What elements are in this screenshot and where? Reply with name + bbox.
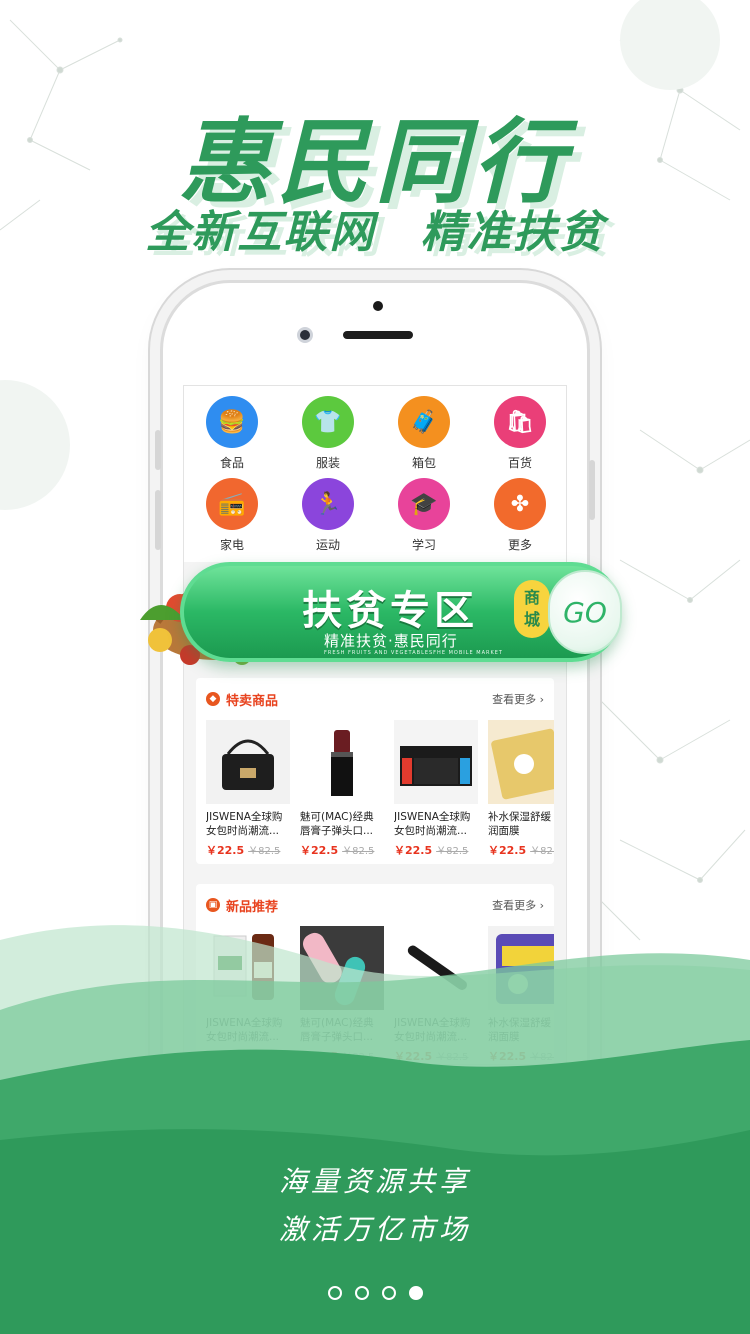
mall-tag-char: 城 [523,610,540,629]
category-item[interactable]: 🧳 箱包 [376,396,472,478]
appliance-icon: 📻 [206,478,258,530]
product-card[interactable]: 补水保湿舒缓润面膜 ￥22.5￥82.5 [488,720,554,858]
mall-tag-char: 商 [523,588,540,607]
current-price: ￥22.5 [394,844,433,857]
product-image [488,720,554,804]
current-price: ￥22.5 [300,844,339,857]
food-icon: 🍔 [206,396,258,448]
page-dot[interactable] [381,1286,396,1300]
section-title-text: 新品推荐 [226,899,279,915]
splash-screen: 惠民同行 全新互联网 精准扶贫 🍔 食品 👕 服装 🧳 箱包 🛍 百货 📻 家电 🏃 运动 🎓 学习 ✤ 更多… [0,0,750,1334]
product-image [394,720,478,804]
product-name-line2: 唇膏子弹头口... [300,825,374,837]
category-item[interactable]: ✤ 更多 [472,478,566,560]
poverty-relief-banner[interactable]: 扶贫专区 精准扶贫·惠民同行 FRESH FRUITS AND VEGETABL… [180,562,622,662]
category-label: 箱包 [411,456,436,470]
more-grid-icon: ✤ [494,478,546,530]
banner-english-caption: FRESH FRUITS AND VEGETABLESFHE MOBILE MA… [324,650,503,656]
product-name-line2: 女包时尚潮流... [394,825,468,837]
original-price: ￥82.5 [436,846,469,857]
page-dot[interactable] [354,1286,369,1300]
product-price: ￥22.5￥82.5 [488,842,554,858]
clothing-icon: 👕 [302,396,354,448]
view-more-label: 查看更多 [492,693,537,706]
product-price: ￥22.5￥82.5 [206,842,300,858]
section-title: ▣ 新品推荐 [206,896,278,915]
banner-subtitle: 精准扶贫·惠民同行 [324,632,458,650]
category-item[interactable]: 🍔 食品 [184,396,280,478]
product-card[interactable]: JISWENA全球购女包时尚潮流... ￥22.5￥82.5 [206,720,300,858]
category-label: 食品 [219,456,244,470]
phone-camera [297,327,313,343]
category-item[interactable]: 🛍 百货 [472,396,566,478]
category-label: 运动 [315,538,340,552]
lock-icon: ▣ [206,898,220,912]
product-card[interactable]: JISWENA全球购女包时尚潮流... ￥22.5￥82.5 [394,720,488,858]
category-label: 家电 [219,538,244,552]
mall-tag: 商 城 [514,580,550,638]
luggage-icon: 🧳 [398,396,450,448]
go-button[interactable]: GO [548,570,622,654]
category-grid: 🍔 食品 👕 服装 🧳 箱包 🛍 百货 📻 家电 🏃 运动 🎓 学习 ✤ 更多 [184,386,566,562]
category-label: 百货 [507,456,532,470]
product-row: JISWENA全球购女包时尚潮流...￥22.5￥82.5魅可(MAC)经典唇膏… [196,720,554,858]
original-price: ￥82.5 [342,846,375,857]
product-name-line2: 女包时尚潮流... [206,825,280,837]
current-price: ￥22.5 [488,844,527,857]
product-image [300,720,384,804]
category-label: 学习 [411,538,436,552]
phone-sensor [373,301,383,311]
product-name-line1: JISWENA全球购 [394,811,471,823]
view-more-label: 查看更多 [492,899,537,912]
page-indicator [0,1286,750,1300]
tagline-1: 海量资源共享 [278,1165,471,1198]
product-name-line1: JISWENA全球购 [206,811,283,823]
subhead: 全新互联网 精准扶贫 [0,196,750,260]
page-dot[interactable] [327,1286,342,1300]
product-card[interactable]: 魅可(MAC)经典唇膏子弹头口... ￥22.5￥82.5 [300,720,394,858]
product-image [206,720,290,804]
product-price: ￥22.5￥82.5 [394,842,488,858]
running-icon: 🏃 [302,478,354,530]
current-price: ￥22.5 [206,844,245,857]
view-more-link[interactable]: 查看更多 › [492,897,544,913]
subhead-part-1: 全新互联网 [145,207,376,258]
page-dot[interactable] [408,1286,423,1300]
original-price: ￥82.5 [530,846,554,857]
category-item[interactable]: 👕 服装 [280,396,376,478]
category-label: 服装 [315,456,340,470]
shopping-basket-icon: 🛍 [494,396,546,448]
category-item[interactable]: 🎓 学习 [376,478,472,560]
category-item[interactable]: 🏃 运动 [280,478,376,560]
tag-icon: ◆ [206,692,220,706]
product-name-line1: 魅可(MAC)经典 [300,811,374,823]
chevron-right-icon: › [536,899,544,912]
graduation-cap-icon: 🎓 [398,478,450,530]
section-header: ◆ 特卖商品 查看更多 › [196,678,554,720]
chevron-right-icon: › [536,693,544,706]
phone-side-button [589,460,595,520]
tagline-2: 激活万亿市场 [278,1213,471,1246]
special-sale-section: ◆ 特卖商品 查看更多 › JISWENA全球购 女包时尚潮流... ￥22.5 ￥82.5… [196,678,554,864]
section-title: ◆ 特卖商品 [206,690,278,709]
phone-speaker [343,331,413,339]
category-label: 更多 [507,538,532,552]
section-title-text: 特卖商品 [226,693,279,709]
phone-side-button [155,430,161,470]
product-name-line1: 补水保湿舒缓 [488,811,551,823]
view-more-link[interactable]: 查看更多 › [492,691,544,707]
green-wave-background [0,925,750,1334]
banner-title: 扶贫专区 [302,588,478,634]
original-price: ￥82.5 [248,846,281,857]
phone-side-button [155,490,161,550]
product-price: ￥22.5￥82.5 [300,842,394,858]
product-name-line2: 润面膜 [488,825,520,837]
subhead-part-2: 精准扶贫 [420,207,605,258]
category-item[interactable]: 📻 家电 [184,478,280,560]
